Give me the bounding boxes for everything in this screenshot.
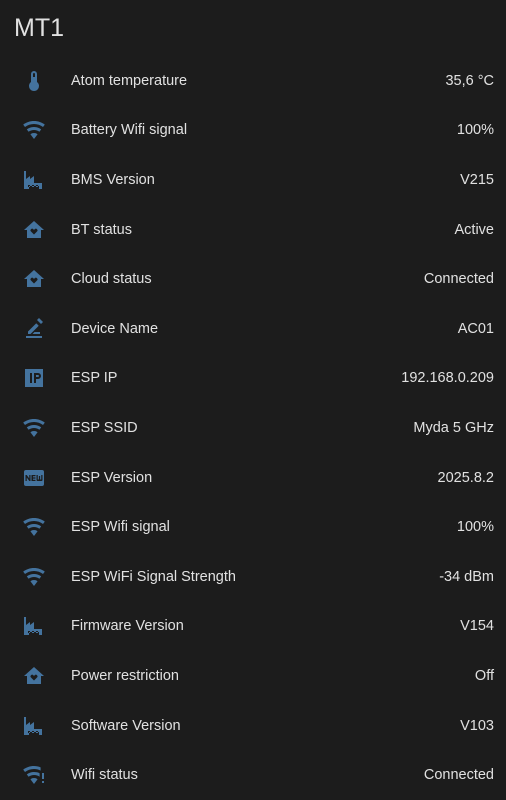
entity-value: V154 [460, 618, 494, 635]
wifi-alert-icon [21, 762, 47, 788]
entity-row-esp-wifi-signal-strength[interactable]: ESP WiFi Signal Strength -34 dBm [0, 552, 506, 602]
entity-name: Firmware Version [71, 618, 184, 635]
entity-value: Connected [423, 271, 494, 288]
entity-name: Software Version [71, 717, 181, 734]
entity-value: 35,6 °C [445, 72, 494, 89]
entity-row-atom-temperature[interactable]: Atom temperature 35,6 °C [0, 56, 506, 106]
rename-pencil-icon [21, 316, 47, 342]
entity-row-software-version[interactable]: Software Version V103 [0, 701, 506, 751]
entity-row-firmware-version[interactable]: Firmware Version V154 [0, 602, 506, 652]
entity-name: BMS Version [71, 171, 155, 188]
entity-value: 100% [456, 122, 494, 139]
home-heart-icon [21, 663, 47, 689]
entity-row-bt-status[interactable]: BT status Active [0, 205, 506, 255]
thermometer-icon [21, 68, 47, 94]
entity-name: Cloud status [71, 271, 152, 288]
entity-name: Atom temperature [71, 72, 188, 89]
entity-value: AC01 [457, 320, 494, 337]
entity-value: Off [474, 667, 494, 684]
entity-row-power-restriction[interactable]: Power restriction Off [0, 651, 506, 701]
entity-row-device-name[interactable]: Device Name AC01 [0, 304, 506, 354]
entity-row-esp-version[interactable]: ESP Version 2025.8.2 [0, 453, 506, 503]
entity-name: ESP IP [71, 370, 118, 387]
entity-value: V215 [460, 171, 494, 188]
entity-list: Atom temperature 35,6 °C Battery Wifi si… [0, 56, 506, 800]
entity-row-wifi-status[interactable]: Wifi status Connected [0, 750, 506, 800]
factory-icon [21, 613, 47, 639]
entity-value: Connected [423, 767, 494, 784]
entity-row-esp-ip[interactable]: ESP IP 192.168.0.209 [0, 354, 506, 404]
entity-name: Wifi status [71, 767, 138, 784]
entity-name: Battery Wifi signal [71, 122, 188, 139]
entity-value: Active [454, 221, 495, 238]
entity-value: 2025.8.2 [437, 469, 494, 486]
wifi-icon [21, 564, 47, 590]
entity-name: ESP SSID [71, 419, 138, 436]
entity-name: ESP WiFi Signal Strength [71, 568, 236, 585]
entity-name: BT status [71, 221, 132, 238]
entity-name: ESP Version [71, 469, 153, 486]
entity-value: 100% [456, 519, 494, 536]
entity-value: V103 [460, 717, 494, 734]
new-box-icon [21, 465, 47, 491]
entity-row-esp-ssid[interactable]: ESP SSID Myda 5 GHz [0, 403, 506, 453]
entity-value: Myda 5 GHz [413, 419, 494, 436]
entity-row-esp-wifi-signal[interactable]: ESP Wifi signal 100% [0, 502, 506, 552]
wifi-icon [21, 415, 47, 441]
wifi-icon [21, 117, 47, 143]
entity-row-bms-version[interactable]: BMS Version V215 [0, 155, 506, 205]
wifi-icon [21, 514, 47, 540]
entity-name: Power restriction [71, 667, 179, 684]
entity-row-battery-wifi-signal[interactable]: Battery Wifi signal 100% [0, 106, 506, 156]
factory-icon [21, 167, 47, 193]
home-heart-icon [21, 266, 47, 292]
factory-icon [21, 713, 47, 739]
entity-name: ESP Wifi signal [71, 519, 170, 536]
entity-name: Device Name [71, 320, 159, 337]
entities-card: MT1 Atom temperature 35,6 °C Battery Wif… [0, 0, 506, 800]
home-heart-icon [21, 217, 47, 243]
entity-row-cloud-status[interactable]: Cloud status Connected [0, 254, 506, 304]
entity-value: 192.168.0.209 [401, 370, 494, 387]
card-title: MT1 [14, 14, 64, 42]
ip-icon [21, 365, 47, 391]
entity-value: -34 dBm [439, 568, 494, 585]
